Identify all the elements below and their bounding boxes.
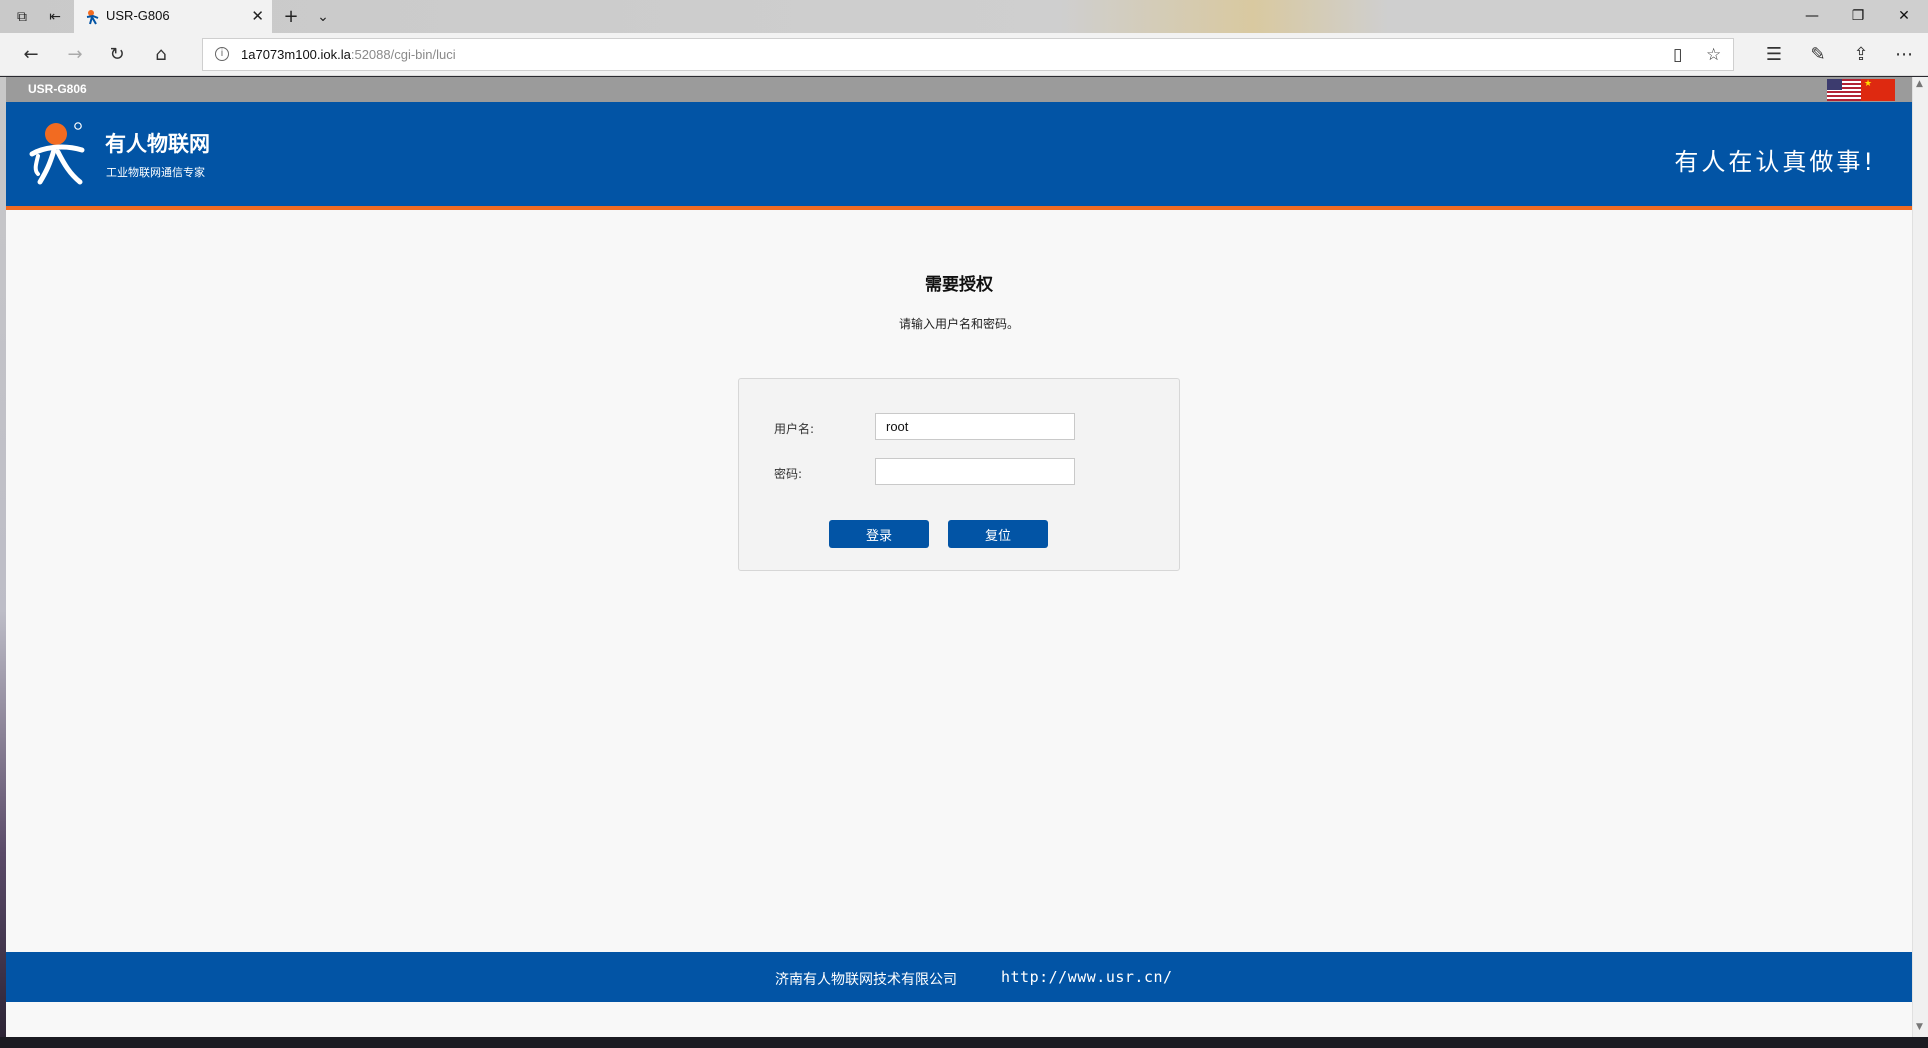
taskbar xyxy=(0,1037,1928,1048)
refresh-icon[interactable]: ↻ xyxy=(105,43,129,67)
footer: 济南有人物联网技术有限公司 http://www.usr.cn/ xyxy=(6,952,1912,1002)
forward-arrow-icon[interactable]: → xyxy=(63,43,87,67)
device-title: USR-G806 xyxy=(28,82,87,96)
tab-bar: ⧉ ⇤ USR-G806 ✕ + ⌄ — ❐ ✕ xyxy=(0,0,1928,33)
share-icon[interactable]: ⇪ xyxy=(1849,43,1873,67)
chevron-down-icon[interactable]: ⌄ xyxy=(314,8,332,26)
plus-icon[interactable]: + xyxy=(282,8,300,26)
usr-favicon-icon xyxy=(86,10,99,25)
password-input[interactable] xyxy=(875,458,1075,485)
reset-button[interactable]: 复位 xyxy=(948,520,1048,548)
navigation-bar: ← → ↻ ⌂ i 1a7073m100.iok.la:52088/cgi-bi… xyxy=(0,33,1928,76)
brand-name: 有人物联网 xyxy=(105,132,210,156)
top-bar: USR-G806 ★ xyxy=(6,77,1912,102)
page-viewport: USR-G806 ★ 有人物联网 工业物联网通信专家 有人在认真做事! 需要授权… xyxy=(6,77,1912,1037)
slogan: 有人在认真做事! xyxy=(1674,148,1876,176)
restore-icon[interactable]: ❐ xyxy=(1843,6,1873,26)
address-url[interactable]: 1a7073m100.iok.la:52088/cgi-bin/luci xyxy=(241,47,456,62)
footer-company: 济南有人物联网技术有限公司 xyxy=(775,972,957,988)
home-icon[interactable]: ⌂ xyxy=(149,43,173,67)
close-window-icon[interactable]: ✕ xyxy=(1889,6,1919,26)
pen-icon[interactable]: ✎ xyxy=(1806,43,1830,67)
chinese-flag-icon[interactable]: ★ xyxy=(1861,79,1895,101)
scroll-up-icon[interactable]: ▲ xyxy=(1916,79,1923,89)
vertical-scrollbar[interactable]: ▲ ▼ xyxy=(1912,77,1928,1037)
star-icon[interactable]: ☆ xyxy=(1706,45,1721,65)
password-label: 密码: xyxy=(774,467,803,481)
login-title: 需要授权 xyxy=(925,275,993,295)
set-aside-tabs-icon[interactable]: ⇤ xyxy=(46,8,64,26)
favorites-list-icon[interactable]: ☰ xyxy=(1762,43,1786,67)
address-bar[interactable]: i 1a7073m100.iok.la:52088/cgi-bin/luci ▯… xyxy=(202,38,1734,71)
login-subtitle: 请输入用户名和密码。 xyxy=(898,317,1019,331)
minimize-icon[interactable]: — xyxy=(1797,6,1827,26)
page-bottom xyxy=(6,1002,1912,1037)
brand-tagline: 工业物联网通信专家 xyxy=(106,166,205,179)
site-info-icon[interactable]: i xyxy=(215,47,229,61)
username-label: 用户名: xyxy=(774,422,815,436)
tab-actions-icon[interactable]: ⧉ xyxy=(13,8,31,26)
footer-url-link[interactable]: http://www.usr.cn/ xyxy=(1001,968,1173,986)
login-form: 用户名: 密码: 登录 复位 xyxy=(738,378,1180,571)
browser-tab[interactable]: USR-G806 ✕ xyxy=(74,0,272,33)
close-tab-icon[interactable]: ✕ xyxy=(251,7,264,25)
usr-logo-icon xyxy=(29,122,85,185)
header-banner: 有人物联网 工业物联网通信专家 有人在认真做事! xyxy=(6,102,1912,210)
username-input[interactable] xyxy=(875,413,1075,440)
tab-title: USR-G806 xyxy=(106,8,170,23)
book-icon[interactable]: ▯ xyxy=(1673,45,1682,65)
back-arrow-icon[interactable]: ← xyxy=(19,43,43,67)
english-flag-icon[interactable] xyxy=(1827,79,1861,101)
login-button[interactable]: 登录 xyxy=(829,520,929,548)
address-host: 1a7073m100.iok.la xyxy=(241,47,351,62)
more-icon[interactable]: ⋯ xyxy=(1892,43,1916,67)
address-path: :52088/cgi-bin/luci xyxy=(350,47,456,62)
scroll-down-icon[interactable]: ▼ xyxy=(1916,1022,1923,1032)
